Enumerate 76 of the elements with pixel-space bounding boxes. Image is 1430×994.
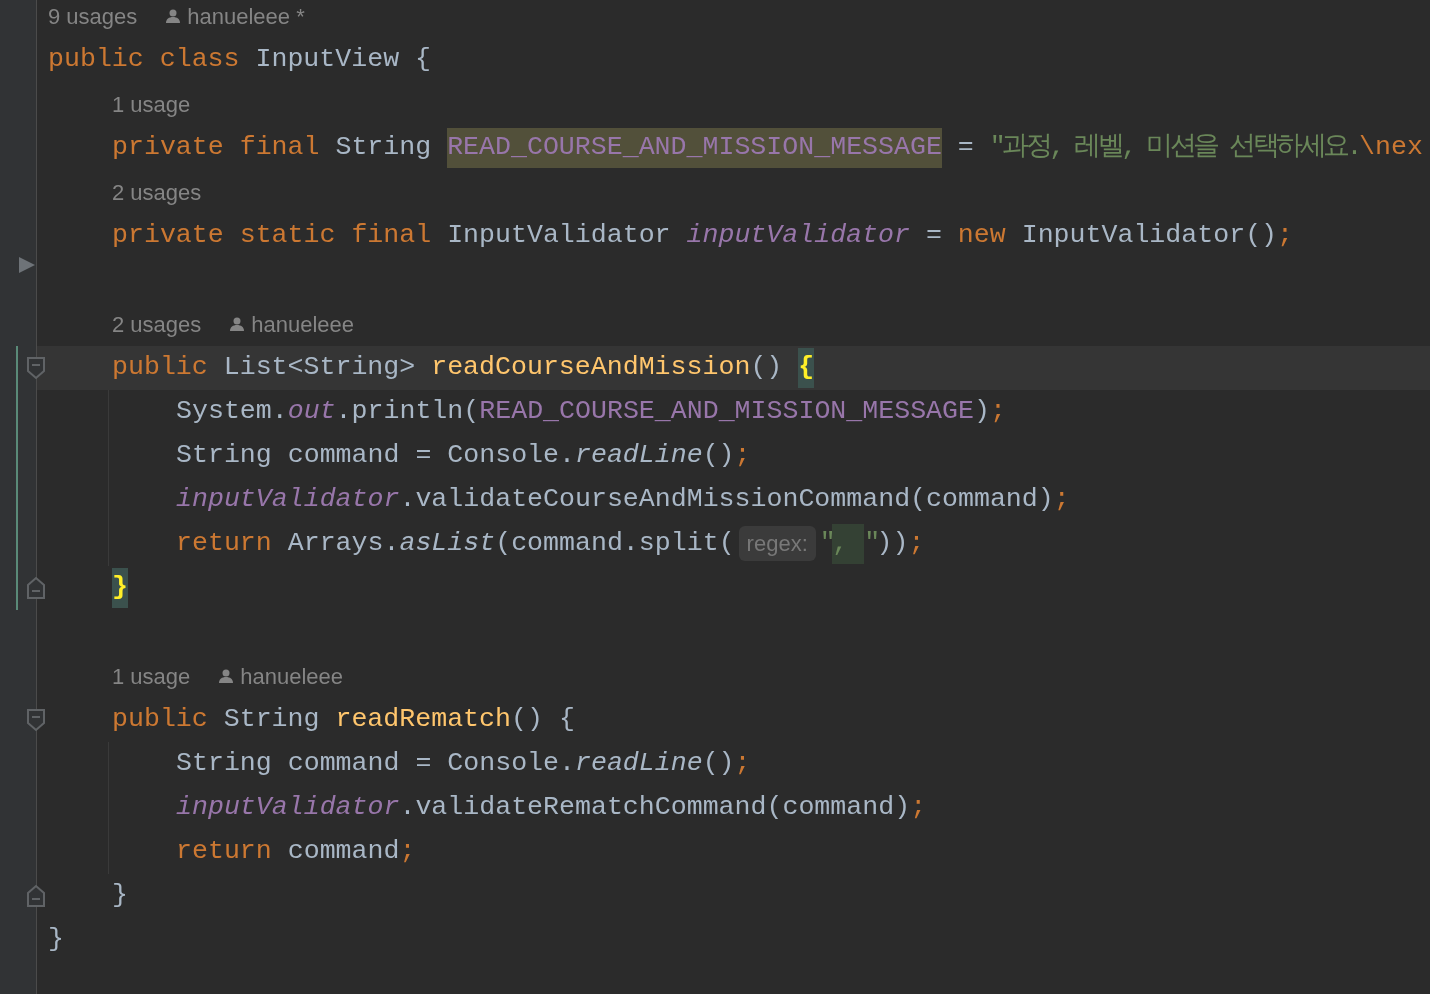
- matched-brace: {: [798, 348, 815, 388]
- person-icon: [165, 8, 182, 24]
- usages-hint[interactable]: 1 usage: [112, 659, 191, 693]
- escape-text: \nex: [1359, 131, 1423, 165]
- field-text: out: [287, 395, 336, 429]
- code-text: (command.split(: [495, 527, 735, 561]
- author-hint[interactable]: hanueleee *: [187, 0, 305, 33]
- code-text: (): [702, 747, 735, 781]
- code-text: InputView {: [255, 43, 432, 77]
- code-text: () {: [511, 703, 575, 737]
- code-text: String command = Console.: [176, 439, 575, 473]
- semicolon-text: ;: [734, 439, 751, 473]
- keyword-text: public: [112, 703, 209, 737]
- code-text: .validateCourseAndMissionCommand(command): [399, 483, 1054, 517]
- code-text: (): [702, 439, 735, 473]
- code-text: String: [223, 703, 321, 737]
- method-text: asList: [399, 527, 496, 561]
- person-icon: [218, 668, 235, 684]
- fold-icon[interactable]: [26, 576, 46, 600]
- keyword-text: public: [112, 351, 209, 385]
- keyword-text: return: [176, 835, 273, 869]
- code-text: )): [876, 527, 909, 561]
- method-name: readRematch: [335, 703, 511, 737]
- code-text: System.: [176, 395, 288, 429]
- usages-hint[interactable]: 9 usages: [48, 0, 138, 33]
- code-text: Arrays.: [287, 527, 400, 561]
- string-text: ": [819, 527, 833, 561]
- author-hint[interactable]: hanueleee: [240, 659, 344, 693]
- fold-icon[interactable]: [26, 708, 46, 732]
- code-text: String command = Console.: [176, 747, 575, 781]
- semicolon-text: ;: [908, 527, 925, 561]
- field-text: inputValidator: [686, 219, 910, 253]
- method-name: readCourseAndMission: [431, 351, 751, 385]
- constant-text: READ_COURSE_AND_MISSION_MESSAGE: [479, 395, 974, 429]
- author-hint[interactable]: hanueleee: [251, 307, 355, 341]
- code-text: (): [750, 351, 784, 385]
- selected-string: ,: [832, 524, 865, 564]
- code-text: InputValidator(): [1021, 219, 1278, 253]
- semicolon-text: ;: [989, 395, 1006, 429]
- keyword-text: private static final: [112, 219, 433, 253]
- code-text: .validateRematchCommand(command): [399, 791, 911, 825]
- play-icon[interactable]: [18, 256, 36, 274]
- code-text: List<String>: [223, 351, 417, 385]
- code-text: =: [924, 219, 943, 253]
- keyword-text: private final: [112, 131, 321, 165]
- code-text: .println(: [335, 395, 480, 429]
- code-text: ): [974, 395, 990, 429]
- code-text: }: [112, 879, 128, 913]
- code-text: String: [335, 131, 433, 165]
- field-text: inputValidator: [176, 791, 400, 825]
- keyword-text: new: [957, 219, 1007, 253]
- matched-brace: }: [112, 568, 128, 608]
- string-text: ": [864, 527, 877, 561]
- method-text: readLine: [575, 439, 703, 473]
- usages-hint[interactable]: 2 usages: [112, 307, 202, 341]
- semicolon-text: ;: [1053, 483, 1070, 517]
- keyword-text: public class: [48, 43, 241, 77]
- fold-icon[interactable]: [26, 884, 46, 908]
- usages-hint[interactable]: 2 usages: [112, 175, 202, 209]
- string-text: "과정, 레벨, 미션을 선택하세요.: [989, 131, 1359, 165]
- code-text: command: [287, 835, 400, 869]
- semicolon-text: ;: [734, 747, 751, 781]
- person-icon: [229, 316, 246, 332]
- highlighted-constant: READ_COURSE_AND_MISSION_MESSAGE: [447, 128, 942, 168]
- code-text: }: [48, 923, 64, 957]
- semicolon-text: ;: [399, 835, 416, 869]
- code-text: =: [956, 131, 975, 165]
- method-text: readLine: [575, 747, 703, 781]
- code-text: InputValidator: [447, 219, 672, 253]
- semicolon-text: ;: [1277, 219, 1293, 253]
- keyword-text: return: [176, 527, 273, 561]
- fold-icon[interactable]: [26, 356, 46, 380]
- parameter-hint: regex:: [738, 526, 816, 562]
- semicolon-text: ;: [910, 791, 927, 825]
- usages-hint[interactable]: 1 usage: [112, 87, 191, 121]
- field-text: inputValidator: [176, 483, 400, 517]
